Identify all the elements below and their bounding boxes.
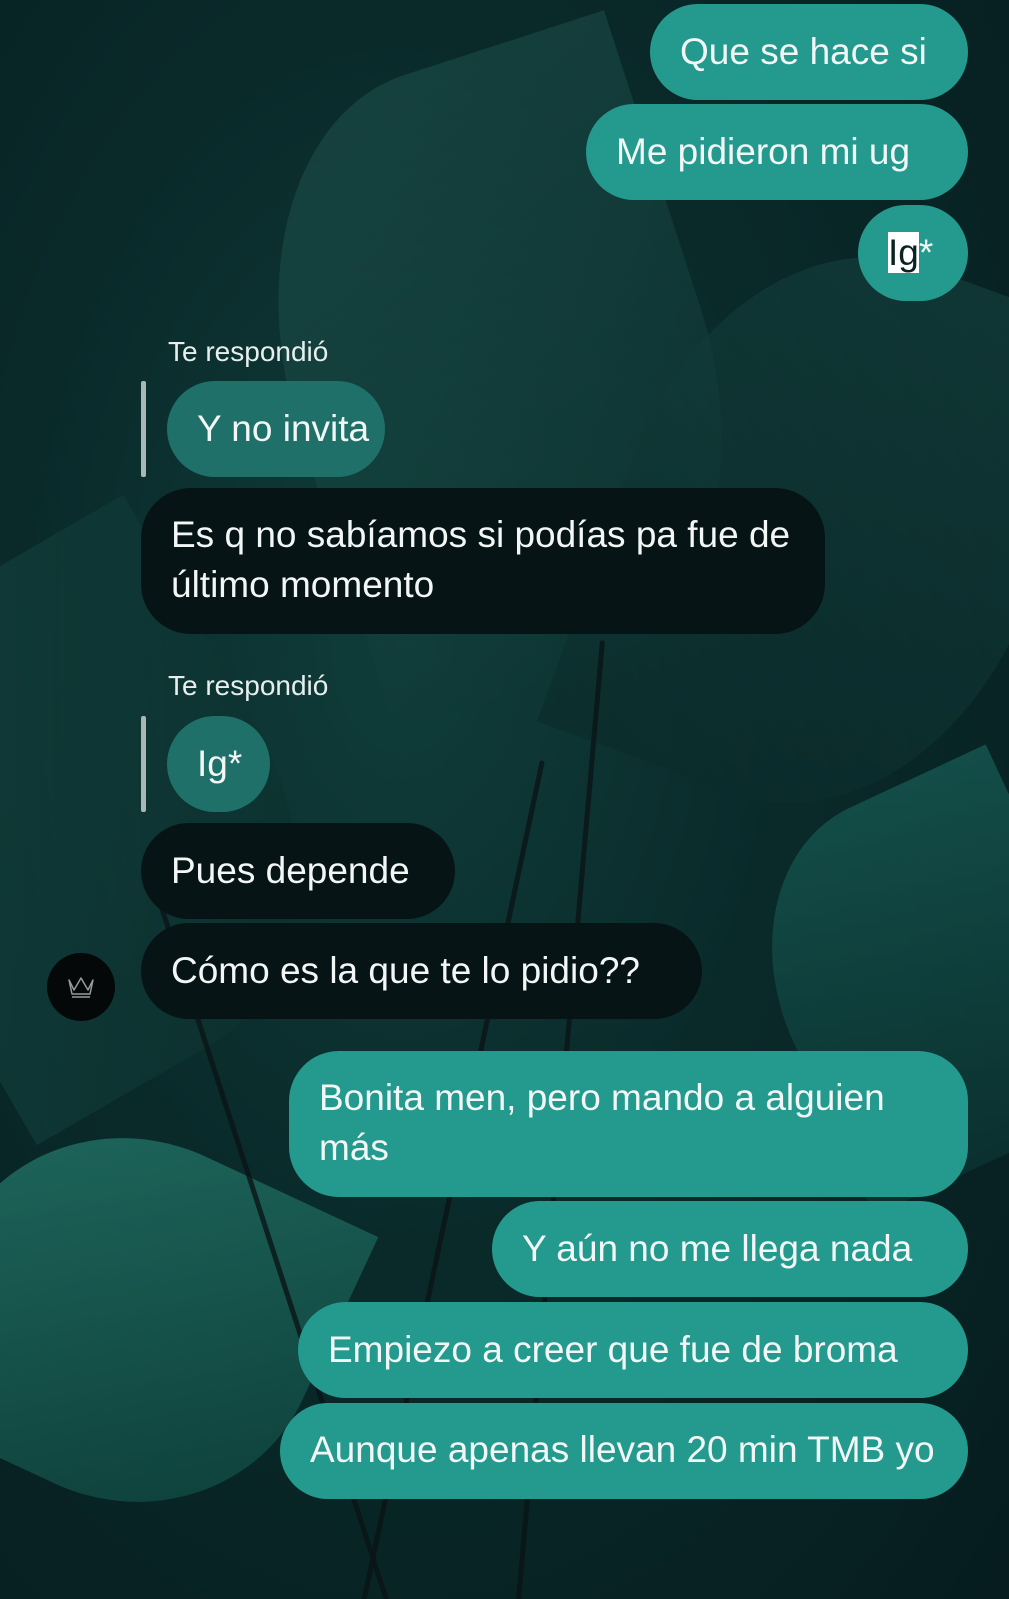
message-text: Aunque apenas llevan 20 min TMB yo	[310, 1429, 935, 1470]
quoted-message[interactable]: Y no invita	[167, 381, 385, 477]
reply-label: Te respondió	[168, 336, 329, 367]
message-text: Y no invita	[197, 408, 370, 449]
sender-avatar[interactable]	[47, 953, 115, 1021]
outgoing-message[interactable]: Me pidieron mi ug	[586, 104, 968, 200]
message-text: Bonita men, pero mando a alguien más	[319, 1077, 885, 1168]
reply-label: Te respondió	[168, 670, 329, 701]
outgoing-message[interactable]: Empiezo a creer que fue de broma	[298, 1302, 968, 1398]
message-text: Cómo es la que te lo pidio??	[171, 950, 640, 991]
selected-text[interactable]: Ig	[888, 232, 919, 273]
reply-indicator-bar	[141, 381, 146, 477]
message-text: Ig*	[197, 743, 243, 784]
message-text-rest: *	[918, 232, 934, 273]
chat-thread[interactable]: Que se hace si Me pidieron mi ug Ig* Te …	[0, 0, 1009, 1599]
message-text: Que se hace si	[680, 31, 927, 72]
outgoing-message[interactable]: Ig*	[858, 205, 968, 301]
crown-icon	[68, 977, 94, 998]
outgoing-message[interactable]: Aunque apenas llevan 20 min TMB yo	[280, 1403, 968, 1499]
incoming-message[interactable]: Cómo es la que te lo pidio??	[141, 923, 702, 1019]
message-text: Ig*	[888, 228, 933, 278]
outgoing-message[interactable]: Y aún no me llega nada	[492, 1201, 968, 1297]
message-text: Me pidieron mi ug	[616, 131, 911, 172]
outgoing-message[interactable]: Que se hace si	[650, 4, 968, 100]
quoted-message[interactable]: Ig*	[167, 716, 270, 812]
incoming-message[interactable]: Pues depende	[141, 823, 455, 919]
message-text: Y aún no me llega nada	[522, 1228, 913, 1269]
outgoing-message[interactable]: Bonita men, pero mando a alguien más	[289, 1051, 968, 1197]
message-text: Pues depende	[171, 850, 410, 891]
reply-indicator-bar	[141, 716, 146, 812]
message-text: Empiezo a creer que fue de broma	[328, 1329, 898, 1370]
incoming-message[interactable]: Es q no sabíamos si podías pa fue de últ…	[141, 488, 825, 634]
message-text: Es q no sabíamos si podías pa fue de últ…	[171, 514, 791, 605]
